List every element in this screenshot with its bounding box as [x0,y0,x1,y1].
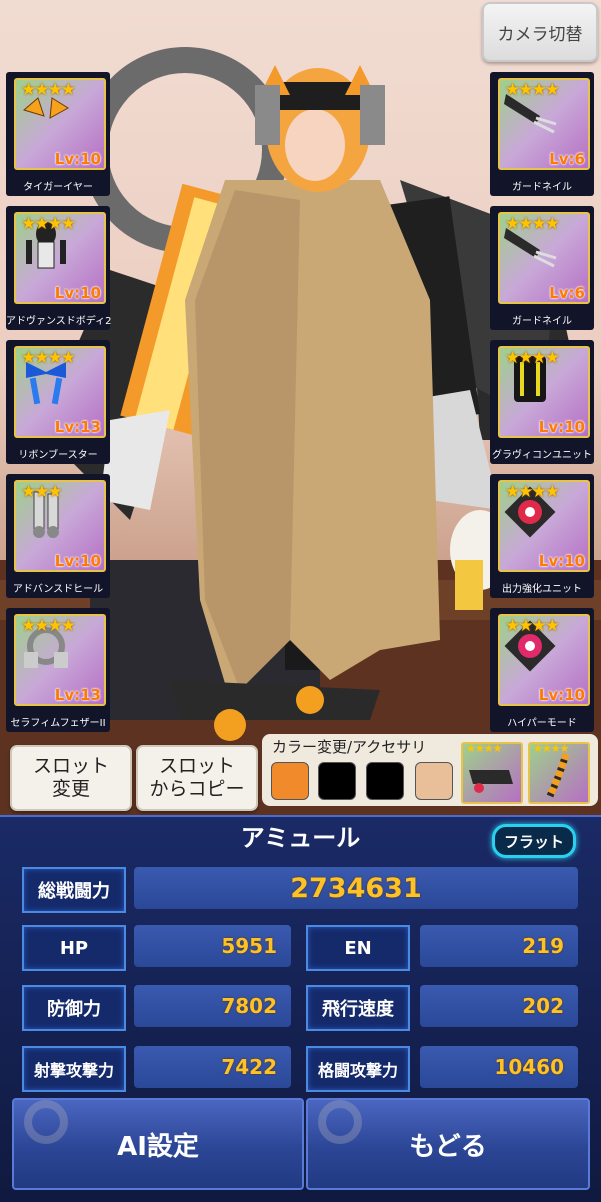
rarity-stars: ★★★ [21,482,63,502]
flight-speed-label: 飛行速度 [306,985,410,1031]
ai-settings-button[interactable]: AI設定 [12,1098,304,1190]
rarity-stars: ★★★★ [21,80,76,100]
color-swatch-1[interactable] [271,762,309,800]
rarity-stars: ★★★★ [505,482,560,502]
equip-card: ★★★★ Lv:13 [14,346,106,438]
color-swatch-4[interactable] [415,762,453,800]
equip-slot-left-1[interactable]: ★★★★ Lv:10 タイガーイヤー [6,72,110,196]
rarity-stars: ★★★★ [505,214,560,234]
equip-name: アドバンスドヒール [12,584,104,595]
rarity-stars: ★★★★ [21,616,76,636]
melee-attack-value: 10460 [420,1046,578,1088]
equip-slot-right-5[interactable]: ★★★★ Lv:10 ハイパーモード [490,608,594,732]
color-accessory-panel: カラー変更/アクセサリ ★★★★ ★★★★ [262,734,598,806]
equip-card: ★★★★ Lv:10 [498,346,590,438]
gun-accessory-icon [469,770,513,793]
equip-name: タイガーイヤー [23,182,93,193]
equip-card: ★★★★ Lv:13 [14,614,106,706]
slot-change-button[interactable]: スロット 変更 [10,745,132,811]
tail-accessory-icon [546,752,570,798]
gear-icon [24,1100,68,1144]
gear-icon [318,1100,362,1144]
level-label: Lv:6 [549,150,585,168]
level-label: Lv:10 [54,150,101,168]
defense-value: 7802 [134,985,291,1027]
equip-name: ハイパーモード [507,718,577,729]
equip-name: アドヴァンスドボディ2 [6,316,112,327]
equip-name: 出力強化ユニット [502,584,582,595]
equip-name: ガードネイル [512,316,572,327]
equip-name: セラフィムフェザーII [10,718,106,729]
color-swatch-3[interactable] [366,762,404,800]
hp-value: 5951 [134,925,291,967]
level-label: Lv:10 [54,284,101,302]
equip-card: ★★★★ Lv:10 [498,614,590,706]
level-label: Lv:13 [54,418,101,436]
hp-label: HP [22,925,126,971]
total-power-value: 2734631 [134,867,578,909]
equip-card: ★★★ Lv:10 [14,480,106,572]
rarity-stars: ★★★★ [505,80,560,100]
equip-card: ★★★★ Lv:6 [498,78,590,170]
equip-name: ガードネイル [512,182,572,193]
melee-attack-label: 格闘攻撃力 [306,1046,410,1092]
flight-speed-value: 202 [420,985,578,1027]
level-label: Lv:10 [538,686,585,704]
equip-card: ★★★★ Lv:10 [498,480,590,572]
equip-slot-left-2[interactable]: ★★★★ Lv:10 アドヴァンスドボディ2 [6,206,112,330]
equip-slot-right-1[interactable]: ★★★★ Lv:6 ガードネイル [490,72,594,196]
level-label: Lv:6 [549,284,585,302]
equip-card: ★★★★ Lv:10 [14,78,106,170]
back-label: もどる [409,1131,487,1162]
equip-slot-left-4[interactable]: ★★★ Lv:10 アドバンスドヒール [6,474,110,598]
level-label: Lv:13 [54,686,101,704]
equip-name: グラヴィコンユニット [492,450,592,461]
shooting-attack-value: 7422 [134,1046,291,1088]
total-power-label: 総戦闘力 [22,867,126,913]
flat-badge[interactable]: フラット [492,824,576,858]
equip-card: ★★★★ Lv:6 [498,212,590,304]
equip-name: リボンブースター [18,450,98,461]
level-label: Lv:10 [54,552,101,570]
equip-slot-left-5[interactable]: ★★★★ Lv:13 セラフィムフェザーII [6,608,110,732]
slot-copy-button[interactable]: スロット からコピー [136,745,258,811]
color-panel-title: カラー変更/アクセサリ [272,738,427,756]
camera-switch-button[interactable]: カメラ切替 [482,2,598,62]
equip-slot-right-2[interactable]: ★★★★ Lv:6 ガードネイル [490,206,594,330]
level-label: Lv:10 [538,418,585,436]
accessory-slot-1[interactable]: ★★★★ [461,742,523,804]
rarity-stars: ★★★★ [505,616,560,636]
en-label: EN [306,925,410,971]
back-button[interactable]: もどる [306,1098,590,1190]
level-label: Lv:10 [538,552,585,570]
equip-slot-right-3[interactable]: ★★★★ Lv:10 グラヴィコンユニット [490,340,594,464]
equip-slot-right-4[interactable]: ★★★★ Lv:10 出力強化ユニット [490,474,594,598]
rarity-stars: ★★★★ [21,214,76,234]
defense-label: 防御力 [22,985,126,1031]
shooting-attack-label: 射撃攻撃力 [22,1046,126,1092]
rarity-stars: ★★★★ [505,348,560,368]
equip-slot-left-3[interactable]: ★★★★ Lv:13 リボンブースター [6,340,110,464]
equip-card: ★★★★ Lv:10 [14,212,106,304]
accessory-slot-2[interactable]: ★★★★ [528,742,590,804]
color-swatch-2[interactable] [318,762,356,800]
en-value: 219 [420,925,578,967]
ai-settings-label: AI設定 [117,1131,199,1162]
character-preview[interactable]: カメラ切替 ★★★★ Lv:10 タイガーイヤー ★★★★ Lv:10 アドヴァ… [0,0,601,815]
rarity-stars: ★★★★ [21,348,76,368]
